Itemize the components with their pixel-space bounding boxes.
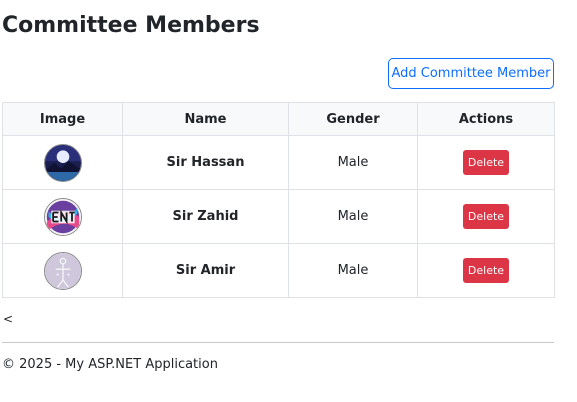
committee-members-table: Image Name Gender Actions Sir Hassan Mal… (2, 102, 555, 298)
table-row: Sir Amir Male Delete (2, 243, 555, 298)
night-landscape-avatar (43, 143, 82, 182)
sketch-figure-avatar (43, 251, 82, 290)
table-header-row: Image Name Gender Actions (2, 102, 555, 136)
delete-button[interactable]: Delete (463, 258, 509, 283)
back-link[interactable]: < (3, 312, 13, 326)
add-committee-member-button[interactable]: Add Committee Member (388, 58, 554, 89)
footer-divider (2, 342, 554, 343)
delete-button[interactable]: Delete (463, 150, 509, 175)
delete-button[interactable]: Delete (463, 204, 509, 229)
table-row: Sir Zahid Male Delete (2, 189, 555, 244)
image-cell (2, 243, 123, 298)
colorful-ent-logo-avatar (43, 197, 82, 236)
member-gender: Male (288, 189, 418, 244)
footer-text: © 2025 - My ASP.NET Application (2, 357, 218, 372)
table-row: Sir Hassan Male Delete (2, 135, 555, 190)
member-gender: Male (288, 135, 418, 190)
image-cell (2, 135, 123, 190)
actions-cell: Delete (417, 189, 555, 244)
actions-cell: Delete (417, 243, 555, 298)
member-name: Sir Hassan (122, 135, 289, 190)
actions-cell: Delete (417, 135, 555, 190)
column-header-actions: Actions (417, 102, 555, 136)
member-name: Sir Zahid (122, 189, 289, 244)
image-cell (2, 189, 123, 244)
column-header-gender: Gender (288, 102, 418, 136)
page-title: Committee Members (2, 13, 260, 38)
column-header-image: Image (2, 102, 123, 136)
column-header-name: Name (122, 102, 289, 136)
member-gender: Male (288, 243, 418, 298)
member-name: Sir Amir (122, 243, 289, 298)
